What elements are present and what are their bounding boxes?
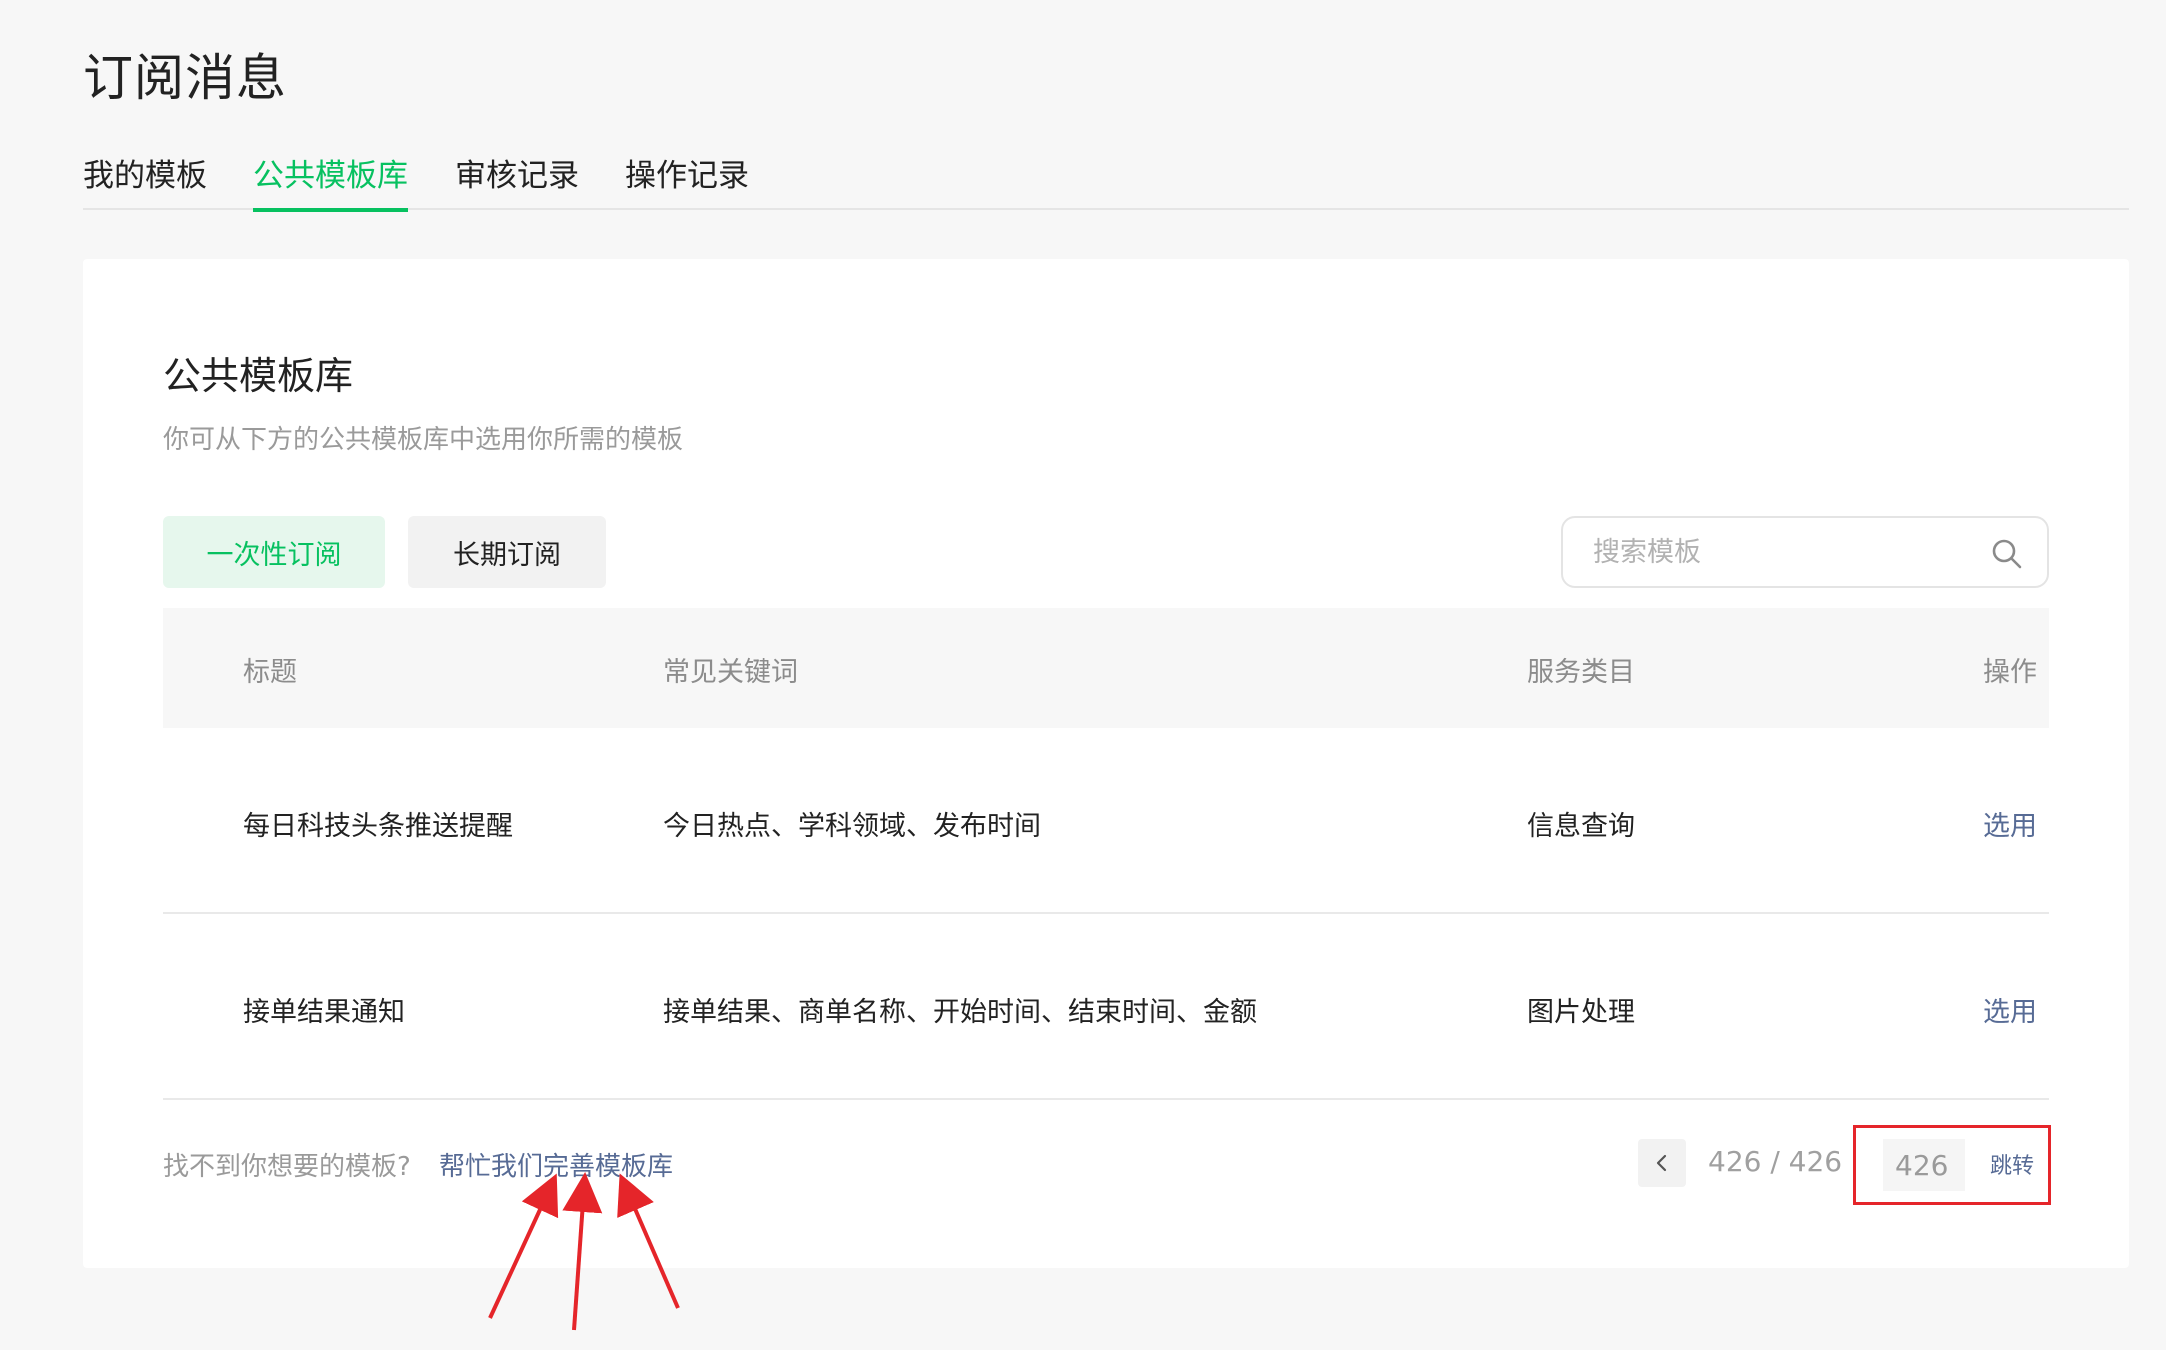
improve-library-link[interactable]: 帮忙我们完善模板库 — [439, 1146, 673, 1183]
table-row: 每日科技头条推送提醒 今日热点、学科领域、发布时间 信息查询 选用 — [163, 728, 2049, 914]
header-title: 标题 — [243, 657, 297, 688]
page-jump-input[interactable] — [1883, 1139, 1965, 1191]
page: 订阅消息 我的模板 公共模板库 审核记录 操作记录 公共模板库 你可从下方的公共… — [0, 0, 2166, 1350]
card-title: 公共模板库 — [163, 354, 354, 398]
search-box — [1561, 516, 2049, 588]
filter-one-time-button[interactable]: 一次性订阅 — [163, 516, 385, 588]
footer-note: 找不到你想要的模板? — [163, 1152, 411, 1182]
row-keywords: 接单结果、商单名称、开始时间、结束时间、金额 — [663, 997, 1257, 1028]
tab-bar: 我的模板 公共模板库 审核记录 操作记录 — [83, 150, 2129, 212]
chevron-left-icon — [1656, 1154, 1667, 1172]
page-title: 订阅消息 — [83, 49, 287, 107]
row-title: 接单结果通知 — [243, 997, 405, 1028]
row-keywords: 今日热点、学科领域、发布时间 — [663, 811, 1041, 842]
prev-page-button[interactable] — [1638, 1139, 1686, 1187]
select-template-link[interactable]: 选用 — [1983, 804, 2037, 843]
filter-long-term-button[interactable]: 长期订阅 — [408, 516, 606, 588]
table-header: 标题 常见关键词 服务类目 操作 — [163, 608, 2049, 728]
tab-operation-records[interactable]: 操作记录 — [625, 150, 749, 210]
row-category: 图片处理 — [1527, 997, 1635, 1028]
card-subtitle: 你可从下方的公共模板库中选用你所需的模板 — [163, 425, 684, 455]
tab-my-templates[interactable]: 我的模板 — [83, 150, 207, 210]
library-card: 公共模板库 你可从下方的公共模板库中选用你所需的模板 一次性订阅 长期订阅 标题… — [83, 259, 2129, 1268]
template-table: 标题 常见关键词 服务类目 操作 每日科技头条推送提醒 今日热点、学科领域、发布… — [163, 608, 2049, 1100]
jump-button[interactable]: 跳转 — [1990, 1148, 2034, 1180]
tab-review-records[interactable]: 审核记录 — [455, 150, 579, 210]
page-indicator: 426 / 426 — [1708, 1145, 1843, 1178]
row-category: 信息查询 — [1527, 811, 1635, 842]
select-template-link[interactable]: 选用 — [1983, 990, 2037, 1029]
search-icon[interactable] — [1991, 538, 2023, 570]
header-action: 操作 — [1983, 657, 2037, 688]
table-row: 接单结果通知 接单结果、商单名称、开始时间、结束时间、金额 图片处理 选用 — [163, 914, 2049, 1100]
search-input[interactable] — [1593, 518, 1983, 586]
header-keywords: 常见关键词 — [663, 657, 798, 688]
header-category: 服务类目 — [1527, 657, 1635, 688]
row-title: 每日科技头条推送提醒 — [243, 811, 513, 842]
tab-public-library[interactable]: 公共模板库 — [253, 150, 408, 212]
